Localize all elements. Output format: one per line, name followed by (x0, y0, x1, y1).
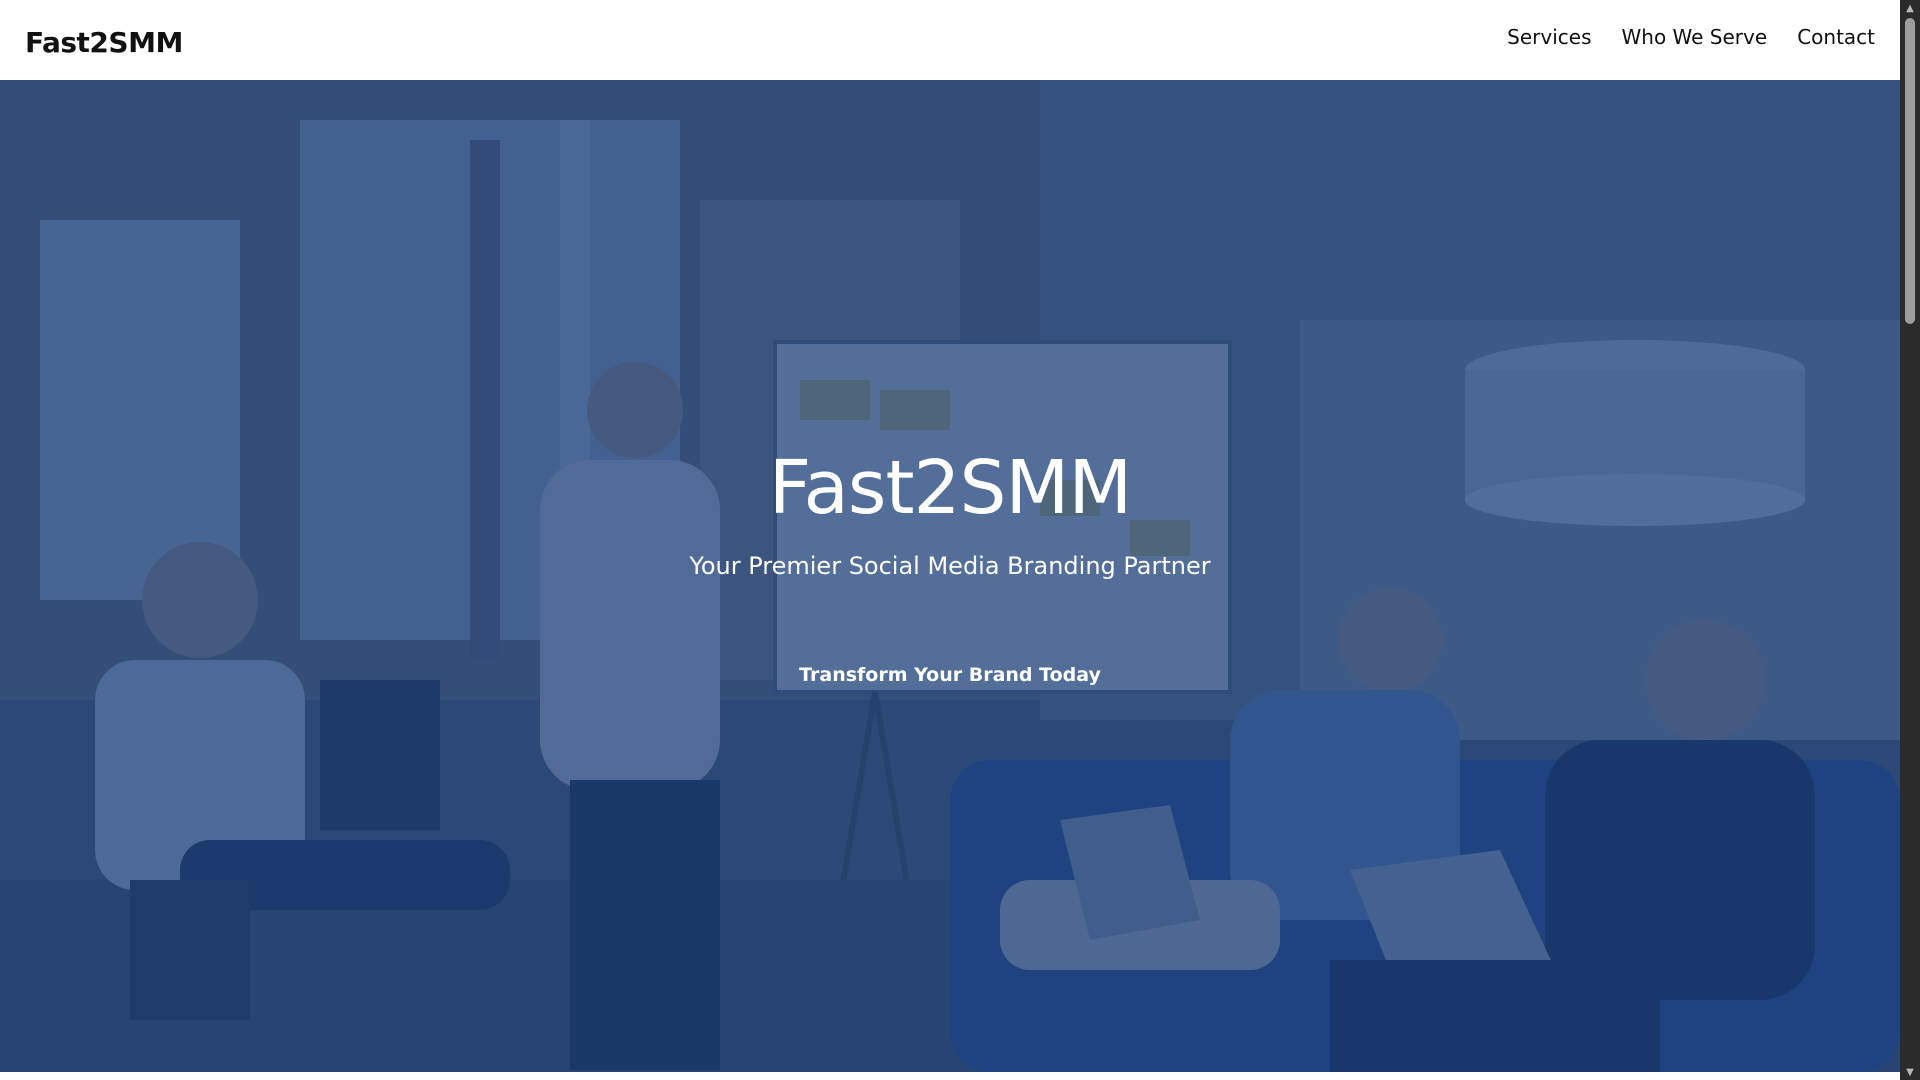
brand-logo[interactable]: Fast2SMM (25, 26, 183, 59)
nav-link-contact[interactable]: Contact (1797, 25, 1875, 49)
hero-section: Fast2SMM Your Premier Social Media Brand… (0, 80, 1900, 1072)
transform-brand-button[interactable]: Transform Your Brand Today (785, 656, 1115, 694)
scroll-down-arrow-icon[interactable]: ▼ (1900, 1064, 1920, 1080)
hero-content: Fast2SMM Your Premier Social Media Brand… (0, 80, 1900, 1072)
site-header: Fast2SMM Services Who We Serve Contact (0, 0, 1900, 80)
vertical-scrollbar[interactable]: ▲ ▼ (1900, 0, 1920, 1080)
scroll-up-arrow-icon[interactable]: ▲ (1900, 0, 1920, 16)
page-viewport: Fast2SMM Services Who We Serve Contact F… (0, 0, 1900, 1080)
hero-subtitle: Your Premier Social Media Branding Partn… (689, 552, 1211, 580)
hero-title: Fast2SMM (768, 445, 1132, 531)
nav-link-who-we-serve[interactable]: Who We Serve (1622, 25, 1768, 49)
page-bottom-edge (0, 1072, 1900, 1080)
main-nav: Services Who We Serve Contact (1507, 25, 1875, 49)
scrollbar-thumb[interactable] (1905, 18, 1915, 324)
nav-link-services[interactable]: Services (1507, 25, 1591, 49)
